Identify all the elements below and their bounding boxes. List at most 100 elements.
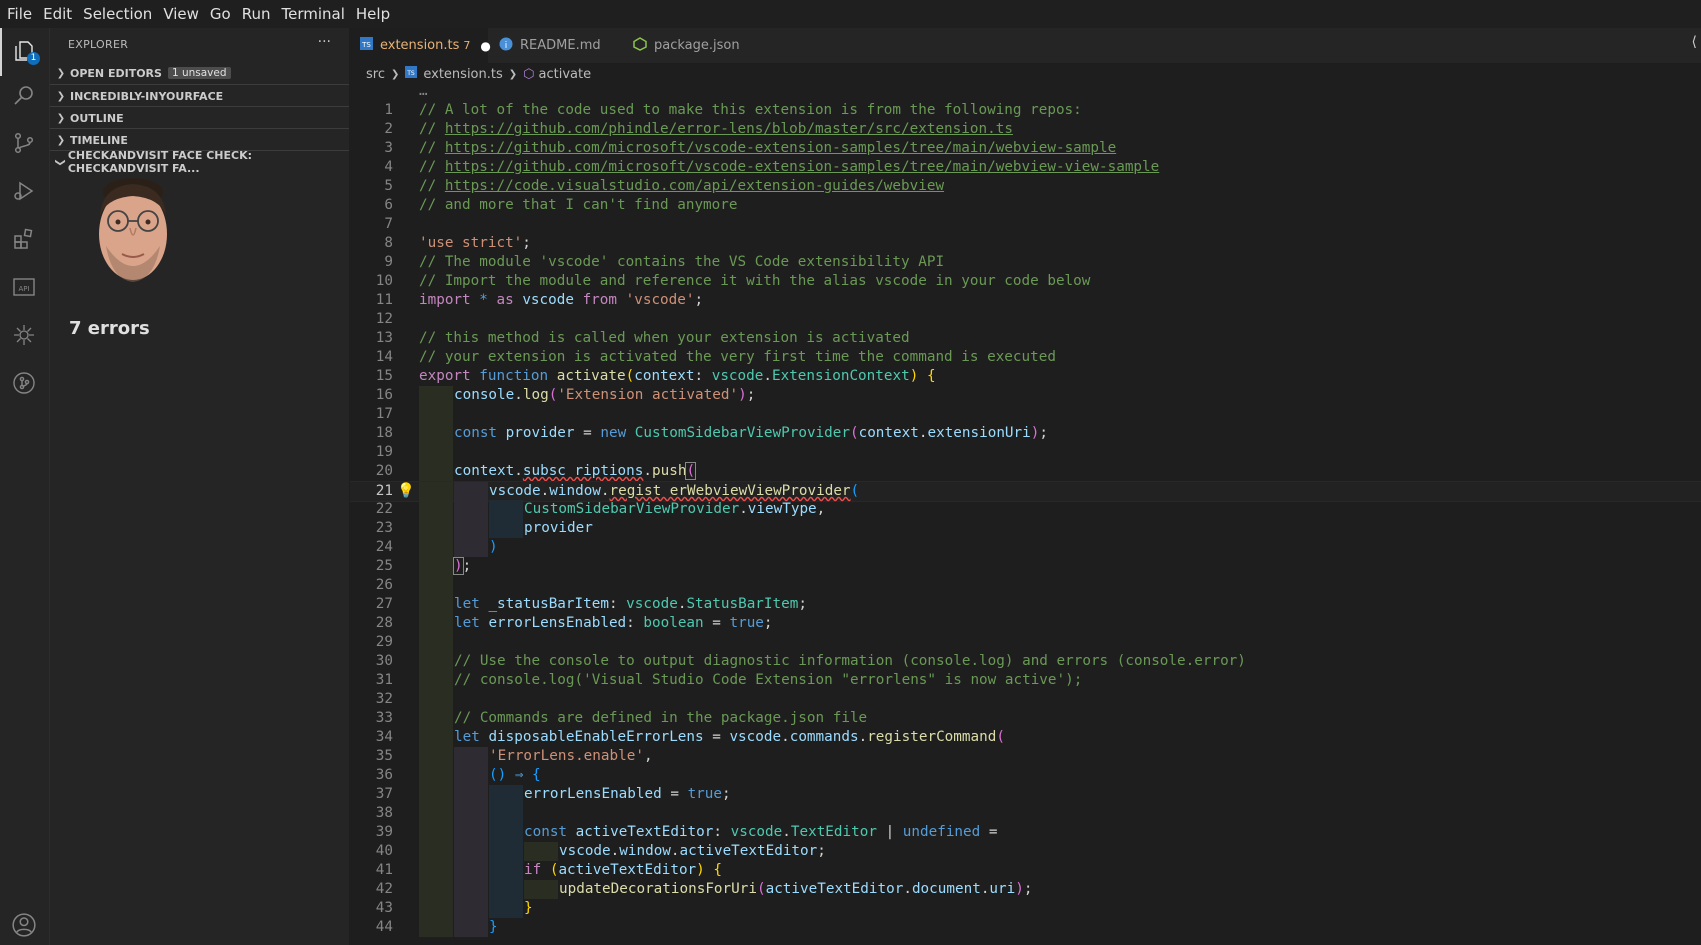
code-line: 40 vscode.window.activeTextEditor;: [375, 842, 826, 861]
svg-text:API: API: [18, 285, 29, 293]
code-line: 22 CustomSidebarViewProvider.viewType,: [375, 500, 826, 519]
editor-tabs: TS extension.ts 7 ● i README.md package.…: [350, 28, 1701, 63]
activity-bar: 1 API: [0, 28, 50, 945]
lightbulb-icon[interactable]: 💡: [397, 482, 415, 501]
code-line: 34 let disposableEnableErrorLens = vscode…: [375, 728, 1005, 747]
tab-readme[interactable]: i README.md: [489, 28, 622, 63]
tab-label: README.md: [520, 38, 601, 53]
code-line: 20 context.subsc riptions.push(: [375, 462, 697, 481]
section-outline[interactable]: ❯ OUTLINE: [50, 106, 349, 129]
explorer-badge: 1: [27, 52, 40, 65]
collapse-icon[interactable]: ⟨: [1692, 34, 1697, 50]
code-line: 26: [350, 576, 1701, 595]
chevron-right-icon: ❯: [56, 134, 66, 146]
sidebar-title: EXPLORER: [68, 38, 129, 51]
code-line: 2// https://github.com/phindle/error-len…: [384, 121, 1013, 137]
code-line: 33// Commands are defined in the package…: [375, 709, 868, 728]
code-line: 5// https://code.visualstudio.com/api/ex…: [384, 178, 945, 194]
menu-view[interactable]: View: [156, 5, 203, 23]
search-icon[interactable]: [9, 81, 39, 111]
chevron-right-icon: ❯: [56, 112, 66, 124]
chevron-down-icon: ❯: [54, 157, 66, 167]
chevron-right-icon: ❯: [56, 67, 66, 79]
extensions-icon[interactable]: [9, 224, 39, 254]
git-graph-icon[interactable]: [9, 368, 39, 398]
extension-view-icon[interactable]: [9, 320, 39, 350]
code-line: 10// Import the module and reference it …: [375, 273, 1091, 289]
chevron-right-icon: ❯: [390, 68, 400, 80]
svg-text:TS: TS: [361, 41, 371, 49]
code-line: 38: [350, 804, 1701, 823]
api-icon[interactable]: API: [9, 272, 39, 302]
tab-label: extension.ts: [380, 38, 460, 53]
code-line: 23 provider: [375, 519, 593, 538]
section-label: INCREDIBLY-INYOURFACE: [70, 89, 224, 103]
menu-edit[interactable]: Edit: [36, 5, 76, 23]
menu-bar: File Edit Selection View Go Run Terminal…: [0, 0, 1701, 28]
code-line: 44}: [375, 918, 498, 937]
code-line: 19: [350, 443, 1701, 462]
section-open-editors[interactable]: ❯ OPEN EDITORS 1 unsaved: [50, 62, 349, 84]
more-actions-icon[interactable]: ···: [318, 34, 331, 50]
code-editor[interactable]: … 1// A lot of the code used to make thi…: [350, 83, 1701, 945]
code-line: 9// The module 'vscode' contains the VS …: [384, 254, 945, 270]
menu-selection[interactable]: Selection: [76, 5, 156, 23]
tab-package-json[interactable]: package.json: [623, 28, 758, 63]
json-icon: [633, 36, 647, 55]
menu-run[interactable]: Run: [235, 5, 275, 23]
info-icon: i: [499, 37, 513, 55]
code-line: 24): [375, 538, 498, 557]
code-line: 42 updateDecorationsForUri(activeTextEdit…: [375, 880, 1033, 899]
tab-label: package.json: [654, 38, 740, 53]
code-line: 25);: [375, 557, 472, 576]
unsaved-badge: 1 unsaved: [167, 67, 231, 79]
account-icon[interactable]: [9, 910, 39, 940]
menu-help[interactable]: Help: [349, 5, 394, 23]
tab-extension-ts[interactable]: TS extension.ts 7 ●: [350, 28, 491, 63]
code-line: 36() ⇒ {: [375, 766, 541, 785]
code-line: 7: [384, 216, 393, 232]
code-line: 29: [350, 633, 1701, 652]
code-line: 30// Use the console to output diagnosti…: [375, 652, 1246, 671]
code-line: 32: [350, 690, 1701, 709]
code-line: 13// this method is called when your ext…: [375, 330, 910, 346]
face-image: [99, 178, 167, 282]
section-face-check[interactable]: ❯ CHECKANDVISIT FACE CHECK: CHECKANDVISI…: [50, 149, 349, 175]
menu-terminal[interactable]: Terminal: [275, 5, 349, 23]
files-icon[interactable]: 1: [9, 36, 40, 66]
code-line: 15 export function activate(context: vsco…: [375, 368, 936, 384]
breadcrumb-symbol[interactable]: activate: [539, 67, 592, 82]
code-line: 4// https://github.com/microsoft/vscode-…: [384, 159, 1160, 175]
svg-text:i: i: [505, 41, 508, 51]
active-indicator: [0, 28, 2, 76]
code-line: 6// and more that I can't find anymore: [384, 197, 738, 213]
section-project[interactable]: ❯ INCREDIBLY-INYOURFACE: [50, 84, 349, 107]
section-timeline[interactable]: ❯ TIMELINE: [50, 128, 349, 151]
menu-file[interactable]: File: [0, 5, 36, 23]
breadcrumb-folder[interactable]: src: [366, 67, 385, 82]
breadcrumb-file[interactable]: extension.ts: [423, 67, 502, 82]
code-line: 41 if (activeTextEditor) {: [375, 861, 722, 880]
ts-icon: TS: [405, 66, 418, 82]
menu-go[interactable]: Go: [203, 5, 235, 23]
code-line: 3// https://github.com/microsoft/vscode-…: [384, 140, 1117, 156]
code-line: 39 const activeTextEditor: vscode.TextEdi…: [375, 823, 998, 842]
code-line: 43}: [375, 899, 533, 918]
section-label: OUTLINE: [70, 111, 124, 125]
run-debug-icon[interactable]: [9, 176, 39, 206]
code-line: 35 'ErrorLens.enable',: [375, 747, 653, 766]
chevron-right-icon: ❯: [56, 90, 66, 102]
code-line: 16 console.log('Extension activated');: [375, 386, 756, 405]
method-icon: ⬡: [523, 66, 535, 82]
explorer-sidebar: EXPLORER ··· ❯ OPEN EDITORS 1 unsaved ❯ …: [50, 28, 349, 945]
source-control-icon[interactable]: [9, 128, 39, 158]
code-line: 27 let _statusBarItem: vscode.StatusBarIt…: [375, 595, 807, 614]
ts-icon: TS: [360, 37, 373, 54]
code-line: 31// console.log('Visual Studio Code Ext…: [375, 671, 1083, 690]
code-line: 37 errorLensEnabled = true;: [375, 785, 731, 804]
svg-text:TS: TS: [407, 70, 416, 77]
code-line: 18 const provider = new CustomSidebarView…: [375, 424, 1048, 443]
chevron-right-icon: ❯: [508, 68, 518, 80]
code-line: 14// your extension is activated the ver…: [375, 349, 1056, 365]
code-line: 11 import * as vscode from 'vscode';: [375, 292, 704, 308]
